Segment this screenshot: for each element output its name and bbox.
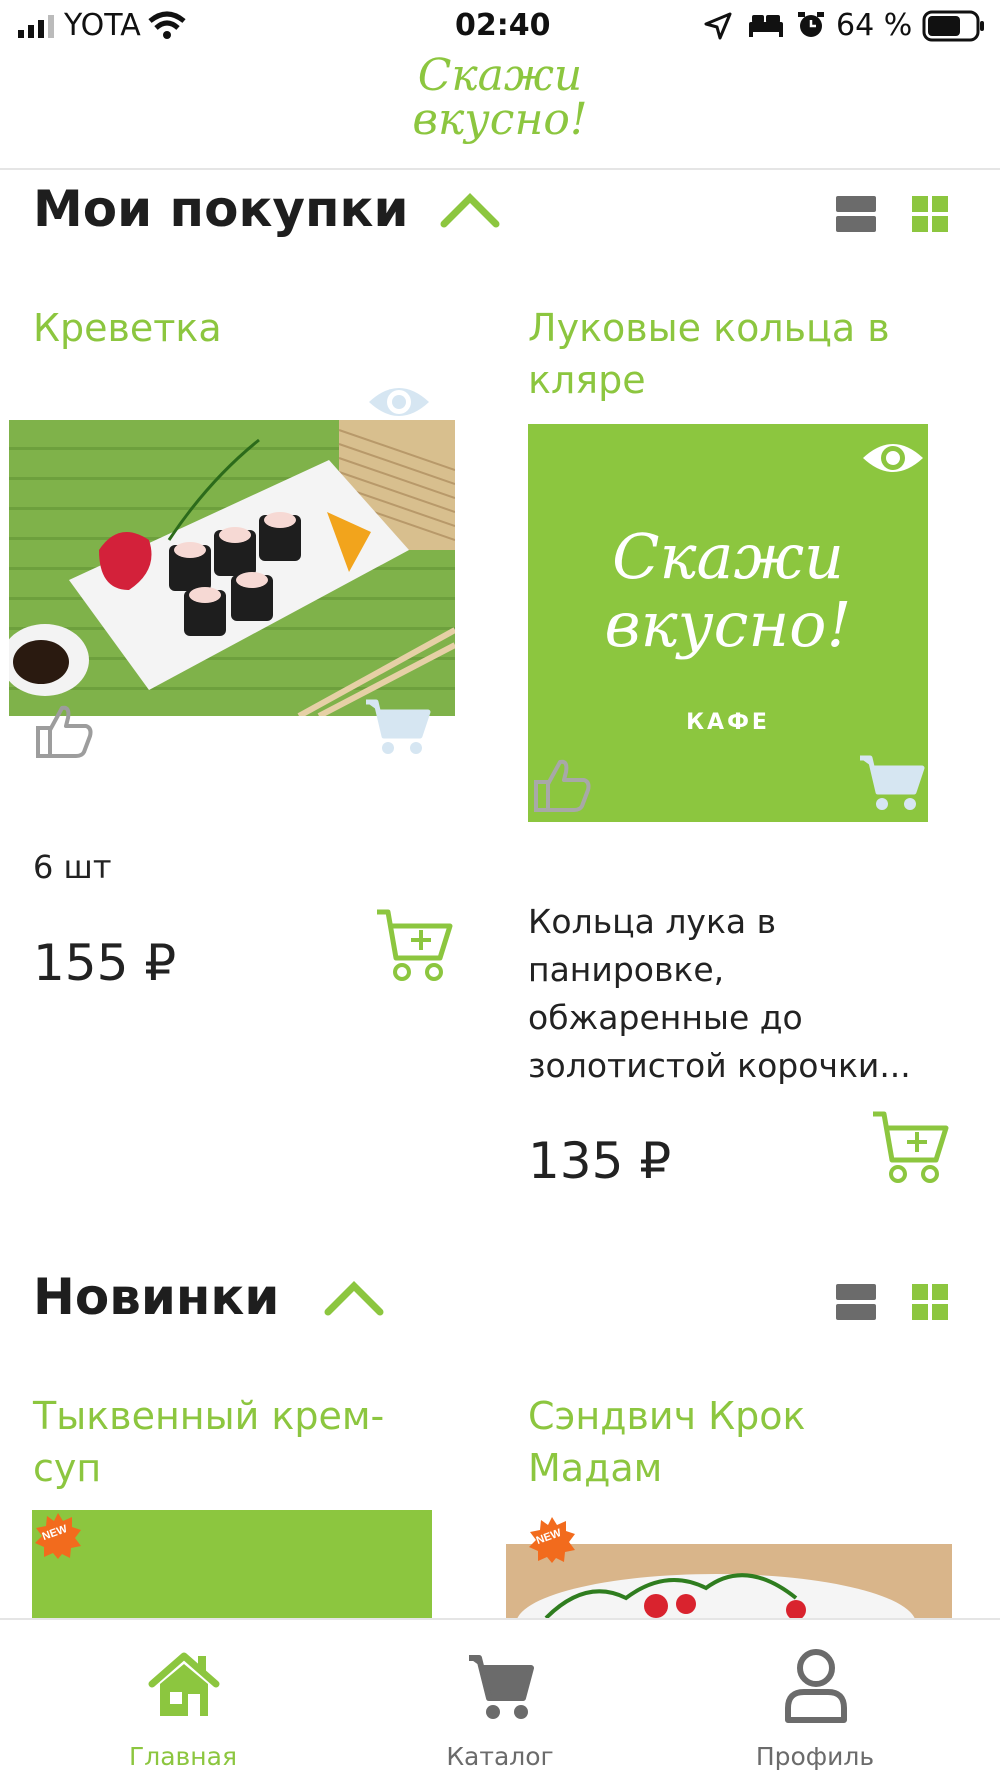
collapse-chevron-icon[interactable] xyxy=(440,190,500,230)
product-price: 155 ₽ xyxy=(33,934,177,992)
profile-icon xyxy=(785,1649,847,1723)
wifi-icon xyxy=(148,11,186,39)
app-header: Скажи вкусно! xyxy=(0,52,1000,170)
tab-home[interactable]: Главная xyxy=(58,1620,308,1780)
product-price: 135 ₽ xyxy=(528,1132,672,1190)
status-bar: YOTA 02:40 64 % xyxy=(0,0,1000,52)
collapse-chevron-icon[interactable] xyxy=(324,1278,384,1318)
cart-icon xyxy=(469,1655,534,1719)
like-icon[interactable] xyxy=(34,702,94,760)
tab-label-home: Главная xyxy=(129,1742,237,1771)
eye-icon[interactable] xyxy=(366,380,432,424)
section-title-my-purchases: Мои покупки xyxy=(33,180,409,238)
product-quantity: 6 шт xyxy=(33,848,112,886)
product-title[interactable]: Креветка xyxy=(33,302,222,354)
list-view-icon[interactable] xyxy=(834,194,878,234)
alarm-icon xyxy=(798,12,824,37)
section-title-new: Новинки xyxy=(33,1268,280,1326)
like-icon[interactable] xyxy=(532,756,592,814)
placeholder-logo-line2: вкусно! xyxy=(604,588,852,661)
product-title-line2[interactable]: суп xyxy=(33,1442,101,1494)
location-arrow-icon xyxy=(704,12,732,40)
grid-view-icon[interactable] xyxy=(910,194,950,234)
product-title-line1[interactable]: Луковые кольца в xyxy=(528,302,890,354)
product-title-line2[interactable]: кляре xyxy=(528,354,646,406)
signal-icon xyxy=(18,15,54,38)
status-time: 02:40 xyxy=(455,8,551,43)
description-line: панировке, xyxy=(528,950,725,989)
eye-icon[interactable] xyxy=(860,436,926,480)
cart-icon[interactable] xyxy=(858,752,926,814)
description-line: Кольца лука в xyxy=(528,902,777,941)
tab-profile[interactable]: Профиль xyxy=(690,1620,940,1780)
product-description: Кольца лука в панировке, обжаренные до з… xyxy=(528,898,958,1090)
battery-percent: 64 % xyxy=(836,8,913,43)
tab-catalog[interactable]: Каталог xyxy=(375,1620,625,1780)
add-to-cart-icon[interactable] xyxy=(374,906,454,982)
grid-view-icon[interactable] xyxy=(910,1282,950,1322)
logo-line2: вкусно! xyxy=(412,94,588,145)
description-line: золотистой корочки... xyxy=(528,1046,911,1085)
new-badge-wrap: NEW xyxy=(528,1516,576,1564)
placeholder-logo-line1: Скажи xyxy=(612,520,844,593)
battery-icon xyxy=(922,10,984,42)
product-image-sushi[interactable] xyxy=(9,420,455,716)
product-title-line2[interactable]: Мадам xyxy=(528,1442,662,1494)
bed-icon xyxy=(749,15,783,37)
tab-label-profile: Профиль xyxy=(755,1742,875,1771)
home-icon xyxy=(148,1652,220,1716)
product-title-line1[interactable]: Тыквенный крем- xyxy=(33,1390,384,1442)
add-to-cart-icon[interactable] xyxy=(870,1108,950,1184)
tab-label-catalog: Каталог xyxy=(446,1742,554,1771)
product-image-placeholder[interactable]: Скажи вкусно! КАФЕ xyxy=(528,424,928,822)
cart-icon[interactable] xyxy=(364,696,432,758)
description-line: обжаренные до xyxy=(528,998,803,1037)
carrier-name: YOTA xyxy=(64,8,141,43)
bottom-tab-bar: Главная Каталог Профиль xyxy=(0,1618,1000,1780)
list-view-icon[interactable] xyxy=(834,1282,878,1322)
placeholder-sub: КАФЕ xyxy=(686,710,770,735)
logo-line1: Скажи xyxy=(417,50,583,101)
product-image-placeholder[interactable]: NEW xyxy=(32,1510,432,1618)
product-title-line1[interactable]: Сэндвич Крок xyxy=(528,1390,805,1442)
